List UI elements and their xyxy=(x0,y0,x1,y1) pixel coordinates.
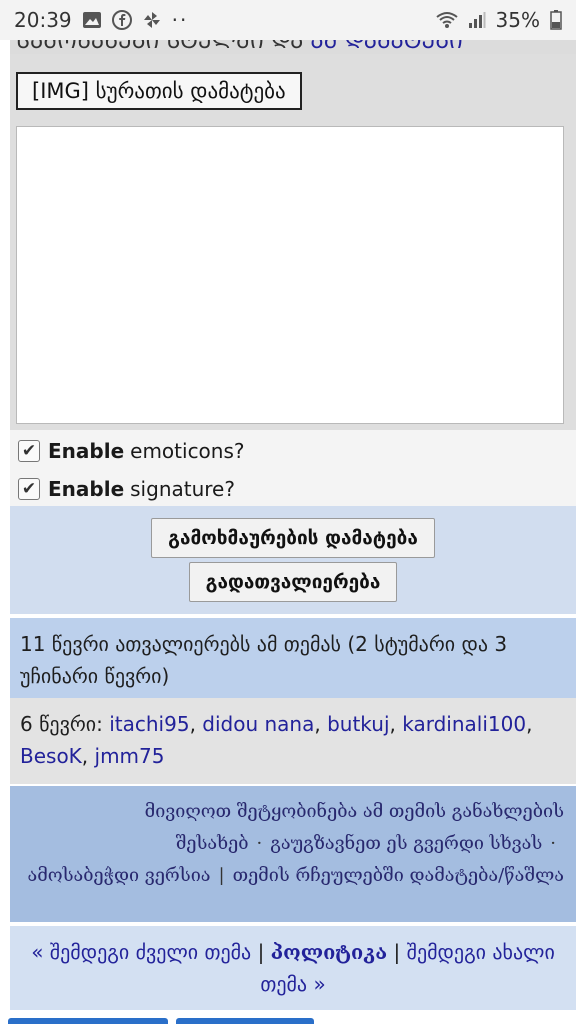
page-content: ᲡᲐᲛᲝᲜᲐᲜᲔᲑᲘ ᲡᲢᲔᲚᲨᲘ ᲓᲐ ᲐᲛ ᲓᲐᲛᲐᲢᲔᲑᲘ [IMG] ს… xyxy=(0,40,576,1024)
member-link[interactable]: itachi95 xyxy=(109,712,189,736)
post-options: ✔ Enable emoticons? ✔ Enable signature? xyxy=(10,430,576,506)
send-page-link[interactable]: გაუგზავნეთ ეს გვერდი სხვას xyxy=(270,833,542,854)
enable-emoticons-option[interactable]: ✔ Enable emoticons? xyxy=(18,434,576,468)
separator-dot: · xyxy=(550,833,556,854)
bottom-tab[interactable] xyxy=(8,1018,168,1024)
battery-icon xyxy=(550,10,562,30)
checkbox-checked-icon[interactable]: ✔ xyxy=(18,440,40,462)
status-time: 20:39 xyxy=(14,8,72,32)
reply-editor: [IMG] სურათის დამატება xyxy=(10,54,576,430)
preview-button[interactable]: გადათვალიერება xyxy=(188,562,398,602)
viewers-count: 11 წევრი ათვალიერებს ამ თემას (2 სტუმარი… xyxy=(10,618,576,698)
signature-bold-label: Enable xyxy=(48,477,125,501)
signal-icon xyxy=(468,11,486,29)
favorites-link[interactable]: თემის რჩეულებში დამატება/წაშლა xyxy=(233,865,564,886)
facebook-icon xyxy=(111,10,132,30)
emoticons-bold-label: Enable xyxy=(48,439,125,463)
members-prefix: 6 წევრი: xyxy=(20,712,103,736)
thread-navigation: « შემდეგი ძველი თემა | პოლიტიკა | შემდეგ… xyxy=(10,926,576,1010)
separator-bar: | xyxy=(218,865,225,886)
print-version-link[interactable]: ამოსაბეჭდი ვერსია xyxy=(27,865,210,886)
add-reply-button[interactable]: გამოხმაურების დამატება xyxy=(151,518,435,558)
signature-label: signature? xyxy=(130,477,235,501)
submit-area: გამოხმაურების დამატება გადათვალიერება xyxy=(10,506,576,614)
pinwheel-icon xyxy=(142,10,162,30)
member-link[interactable]: jmm75 xyxy=(95,744,165,768)
separator-dot: · xyxy=(256,833,263,854)
wifi-icon xyxy=(435,11,458,29)
more-dots-icon: ·· xyxy=(171,8,189,32)
emoticons-label: emoticons? xyxy=(130,439,245,463)
cutoff-text-row: ᲡᲐᲛᲝᲜᲐᲜᲔᲑᲘ ᲡᲢᲔᲚᲨᲘ ᲓᲐ ᲐᲛ ᲓᲐᲛᲐᲢᲔᲑᲘ xyxy=(10,40,576,54)
cutoff-link[interactable]: ᲐᲛ ᲓᲐᲛᲐᲢᲔᲑᲘ xyxy=(310,40,462,54)
cutoff-text: ᲡᲐᲛᲝᲜᲐᲜᲔᲑᲘ ᲡᲢᲔᲚᲨᲘ ᲓᲐ xyxy=(16,40,311,54)
member-link[interactable]: BesoK xyxy=(20,744,82,768)
enable-signature-option[interactable]: ✔ Enable signature? xyxy=(18,472,576,506)
thread-tools: მივიღოთ შეტყობინება ამ თემის განახლების … xyxy=(10,786,576,922)
image-icon xyxy=(82,11,102,29)
checkbox-checked-icon[interactable]: ✔ xyxy=(18,478,40,500)
reply-textarea[interactable] xyxy=(16,126,564,424)
status-bar: 20:39 ·· 35% xyxy=(0,0,576,40)
category-link[interactable]: პოლიტიკა xyxy=(271,940,387,964)
bottom-tab[interactable] xyxy=(176,1018,314,1024)
previous-thread-link[interactable]: « შემდეგი ძველი თემა xyxy=(31,940,251,964)
member-link[interactable]: kardinali100 xyxy=(402,712,526,736)
member-link[interactable]: butkuj xyxy=(327,712,389,736)
bottom-tab-strip xyxy=(0,1018,576,1024)
member-link[interactable]: didou nana xyxy=(202,712,314,736)
battery-percent: 35% xyxy=(495,8,540,32)
active-members: 6 წევრი: itachi95, didou nana, butkuj, k… xyxy=(10,698,576,784)
add-image-button[interactable]: [IMG] სურათის დამატება xyxy=(16,72,302,110)
